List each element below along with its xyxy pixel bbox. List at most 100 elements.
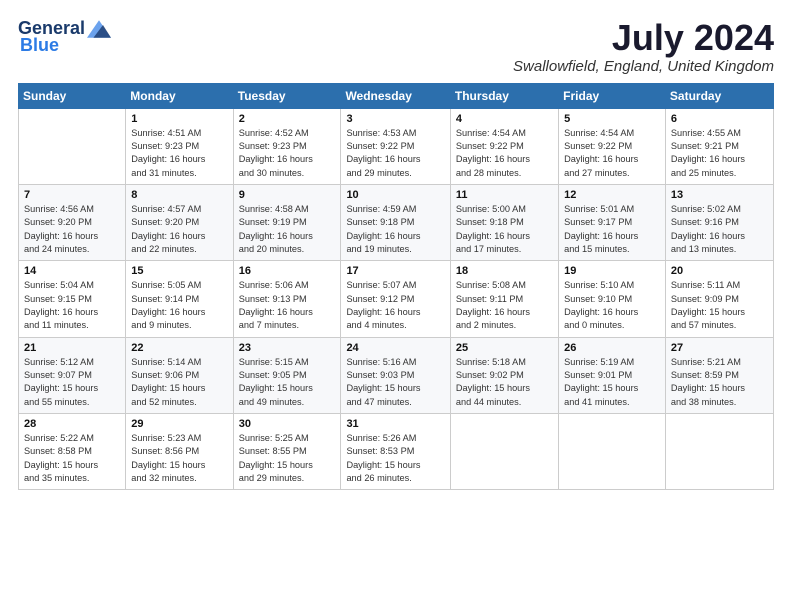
day-detail: Sunrise: 5:11 AMSunset: 9:09 PMDaylight:… — [671, 279, 768, 332]
calendar-header-row: SundayMondayTuesdayWednesdayThursdayFrid… — [19, 83, 774, 108]
calendar-cell: 7 Sunrise: 4:56 AMSunset: 9:20 PMDaylight… — [19, 184, 126, 260]
day-number: 1 — [131, 113, 227, 125]
month-year: July 2024 — [513, 18, 774, 58]
day-number: 23 — [239, 342, 336, 354]
day-detail: Sunrise: 5:01 AMSunset: 9:17 PMDaylight:… — [564, 203, 660, 256]
col-header-thursday: Thursday — [450, 83, 558, 108]
day-detail: Sunrise: 4:54 AMSunset: 9:22 PMDaylight:… — [564, 127, 660, 180]
logo: General Blue — [18, 18, 111, 56]
week-row-5: 28Sunrise: 5:22 AMSunset: 8:58 PMDayligh… — [19, 414, 774, 490]
day-number: 4 — [456, 113, 553, 125]
calendar-cell: 4 Sunrise: 4:54 AMSunset: 9:22 PMDaylight… — [450, 108, 558, 184]
day-detail: Sunrise: 5:21 AMSunset: 8:59 PMDaylight:… — [671, 356, 768, 409]
calendar-cell: 2Sunrise: 4:52 AMSunset: 9:23 PMDaylight… — [233, 108, 341, 184]
calendar-cell: 6Sunrise: 4:55 AMSunset: 9:21 PMDaylight… — [665, 108, 773, 184]
col-header-sunday: Sunday — [19, 83, 126, 108]
day-detail: Sunrise: 5:07 AMSunset: 9:12 PMDaylight:… — [346, 279, 444, 332]
calendar-cell: 15Sunrise: 5:05 AMSunset: 9:14 PMDayligh… — [126, 261, 233, 337]
day-detail: Sunrise: 4:54 AMSunset: 9:22 PMDaylight:… — [456, 127, 553, 180]
day-detail: Sunrise: 5:14 AMSunset: 9:06 PMDaylight:… — [131, 356, 227, 409]
calendar-cell: 28Sunrise: 5:22 AMSunset: 8:58 PMDayligh… — [19, 414, 126, 490]
day-number: 14 — [24, 265, 120, 277]
location: Swallowfield, England, United Kingdom — [513, 58, 774, 75]
day-number: 29 — [131, 418, 227, 430]
day-number: 19 — [564, 265, 660, 277]
day-number: 21 — [24, 342, 120, 354]
day-detail: Sunrise: 5:15 AMSunset: 9:05 PMDaylight:… — [239, 356, 336, 409]
week-row-3: 14 Sunrise: 5:04 AMSunset: 9:15 PMDayligh… — [19, 261, 774, 337]
day-detail: Sunrise: 4:51 AMSunset: 9:23 PMDaylight:… — [131, 127, 227, 180]
calendar-cell: 25 Sunrise: 5:18 AMSunset: 9:02 PMDayligh… — [450, 337, 558, 413]
day-number: 13 — [671, 189, 768, 201]
col-header-friday: Friday — [559, 83, 666, 108]
calendar-cell — [450, 414, 558, 490]
day-detail: Sunrise: 5:26 AMSunset: 8:53 PMDaylight:… — [346, 432, 444, 485]
day-detail: Sunrise: 4:55 AMSunset: 9:21 PMDaylight:… — [671, 127, 768, 180]
day-detail: Sunrise: 4:59 AMSunset: 9:18 PMDaylight:… — [346, 203, 444, 256]
calendar-cell: 31 Sunrise: 5:26 AMSunset: 8:53 PMDayligh… — [341, 414, 450, 490]
calendar-cell: 29 Sunrise: 5:23 AMSunset: 8:56 PMDayligh… — [126, 414, 233, 490]
week-row-2: 7 Sunrise: 4:56 AMSunset: 9:20 PMDaylight… — [19, 184, 774, 260]
col-header-tuesday: Tuesday — [233, 83, 341, 108]
day-number: 25 — [456, 342, 553, 354]
day-number: 28 — [24, 418, 120, 430]
calendar-cell: 13 Sunrise: 5:02 AMSunset: 9:16 PMDayligh… — [665, 184, 773, 260]
calendar-cell: 9Sunrise: 4:58 AMSunset: 9:19 PMDaylight… — [233, 184, 341, 260]
day-number: 12 — [564, 189, 660, 201]
day-number: 26 — [564, 342, 660, 354]
day-number: 30 — [239, 418, 336, 430]
calendar-cell: 20 Sunrise: 5:11 AMSunset: 9:09 PMDayligh… — [665, 261, 773, 337]
day-number: 17 — [346, 265, 444, 277]
calendar-cell — [665, 414, 773, 490]
day-number: 16 — [239, 265, 336, 277]
page: General Blue July 2024 Swallowfield, Eng… — [0, 0, 792, 612]
col-header-saturday: Saturday — [665, 83, 773, 108]
day-number: 20 — [671, 265, 768, 277]
calendar-cell: 17 Sunrise: 5:07 AMSunset: 9:12 PMDayligh… — [341, 261, 450, 337]
col-header-monday: Monday — [126, 83, 233, 108]
col-header-wednesday: Wednesday — [341, 83, 450, 108]
day-number: 22 — [131, 342, 227, 354]
calendar-cell: 26 Sunrise: 5:19 AMSunset: 9:01 PMDayligh… — [559, 337, 666, 413]
calendar-cell: 1 Sunrise: 4:51 AMSunset: 9:23 PMDaylight… — [126, 108, 233, 184]
calendar-cell: 18 Sunrise: 5:08 AMSunset: 9:11 PMDayligh… — [450, 261, 558, 337]
calendar-cell: 22 Sunrise: 5:14 AMSunset: 9:06 PMDayligh… — [126, 337, 233, 413]
day-detail: Sunrise: 5:19 AMSunset: 9:01 PMDaylight:… — [564, 356, 660, 409]
calendar-cell: 5Sunrise: 4:54 AMSunset: 9:22 PMDaylight… — [559, 108, 666, 184]
calendar-cell: 10Sunrise: 4:59 AMSunset: 9:18 PMDayligh… — [341, 184, 450, 260]
day-number: 31 — [346, 418, 444, 430]
day-detail: Sunrise: 5:02 AMSunset: 9:16 PMDaylight:… — [671, 203, 768, 256]
day-detail: Sunrise: 5:04 AMSunset: 9:15 PMDaylight:… — [24, 279, 120, 332]
day-detail: Sunrise: 5:06 AMSunset: 9:13 PMDaylight:… — [239, 279, 336, 332]
calendar-cell: 14 Sunrise: 5:04 AMSunset: 9:15 PMDayligh… — [19, 261, 126, 337]
day-number: 11 — [456, 189, 553, 201]
day-detail: Sunrise: 4:58 AMSunset: 9:19 PMDaylight:… — [239, 203, 336, 256]
day-detail: Sunrise: 5:16 AMSunset: 9:03 PMDaylight:… — [346, 356, 444, 409]
day-number: 3 — [346, 113, 444, 125]
day-detail: Sunrise: 4:56 AMSunset: 9:20 PMDaylight:… — [24, 203, 120, 256]
day-number: 27 — [671, 342, 768, 354]
day-number: 7 — [24, 189, 120, 201]
day-detail: Sunrise: 5:10 AMSunset: 9:10 PMDaylight:… — [564, 279, 660, 332]
calendar-cell: 30Sunrise: 5:25 AMSunset: 8:55 PMDayligh… — [233, 414, 341, 490]
header: General Blue July 2024 Swallowfield, Eng… — [18, 18, 774, 75]
calendar-cell: 23 Sunrise: 5:15 AMSunset: 9:05 PMDayligh… — [233, 337, 341, 413]
day-detail: Sunrise: 5:18 AMSunset: 9:02 PMDaylight:… — [456, 356, 553, 409]
day-detail: Sunrise: 4:53 AMSunset: 9:22 PMDaylight:… — [346, 127, 444, 180]
calendar-cell: 21Sunrise: 5:12 AMSunset: 9:07 PMDayligh… — [19, 337, 126, 413]
day-detail: Sunrise: 4:52 AMSunset: 9:23 PMDaylight:… — [239, 127, 336, 180]
calendar-cell: 8Sunrise: 4:57 AMSunset: 9:20 PMDaylight… — [126, 184, 233, 260]
day-detail: Sunrise: 5:23 AMSunset: 8:56 PMDaylight:… — [131, 432, 227, 485]
calendar-cell: 24Sunrise: 5:16 AMSunset: 9:03 PMDayligh… — [341, 337, 450, 413]
calendar-cell: 11 Sunrise: 5:00 AMSunset: 9:18 PMDayligh… — [450, 184, 558, 260]
calendar-cell: 19 Sunrise: 5:10 AMSunset: 9:10 PMDayligh… — [559, 261, 666, 337]
day-detail: Sunrise: 5:05 AMSunset: 9:14 PMDaylight:… — [131, 279, 227, 332]
calendar-cell: 12 Sunrise: 5:01 AMSunset: 9:17 PMDayligh… — [559, 184, 666, 260]
day-detail: Sunrise: 5:08 AMSunset: 9:11 PMDaylight:… — [456, 279, 553, 332]
title-block: July 2024 Swallowfield, England, United … — [513, 18, 774, 75]
day-detail: Sunrise: 4:57 AMSunset: 9:20 PMDaylight:… — [131, 203, 227, 256]
calendar-cell: 27 Sunrise: 5:21 AMSunset: 8:59 PMDayligh… — [665, 337, 773, 413]
day-detail: Sunrise: 5:00 AMSunset: 9:18 PMDaylight:… — [456, 203, 553, 256]
week-row-1: 1 Sunrise: 4:51 AMSunset: 9:23 PMDaylight… — [19, 108, 774, 184]
day-number: 18 — [456, 265, 553, 277]
